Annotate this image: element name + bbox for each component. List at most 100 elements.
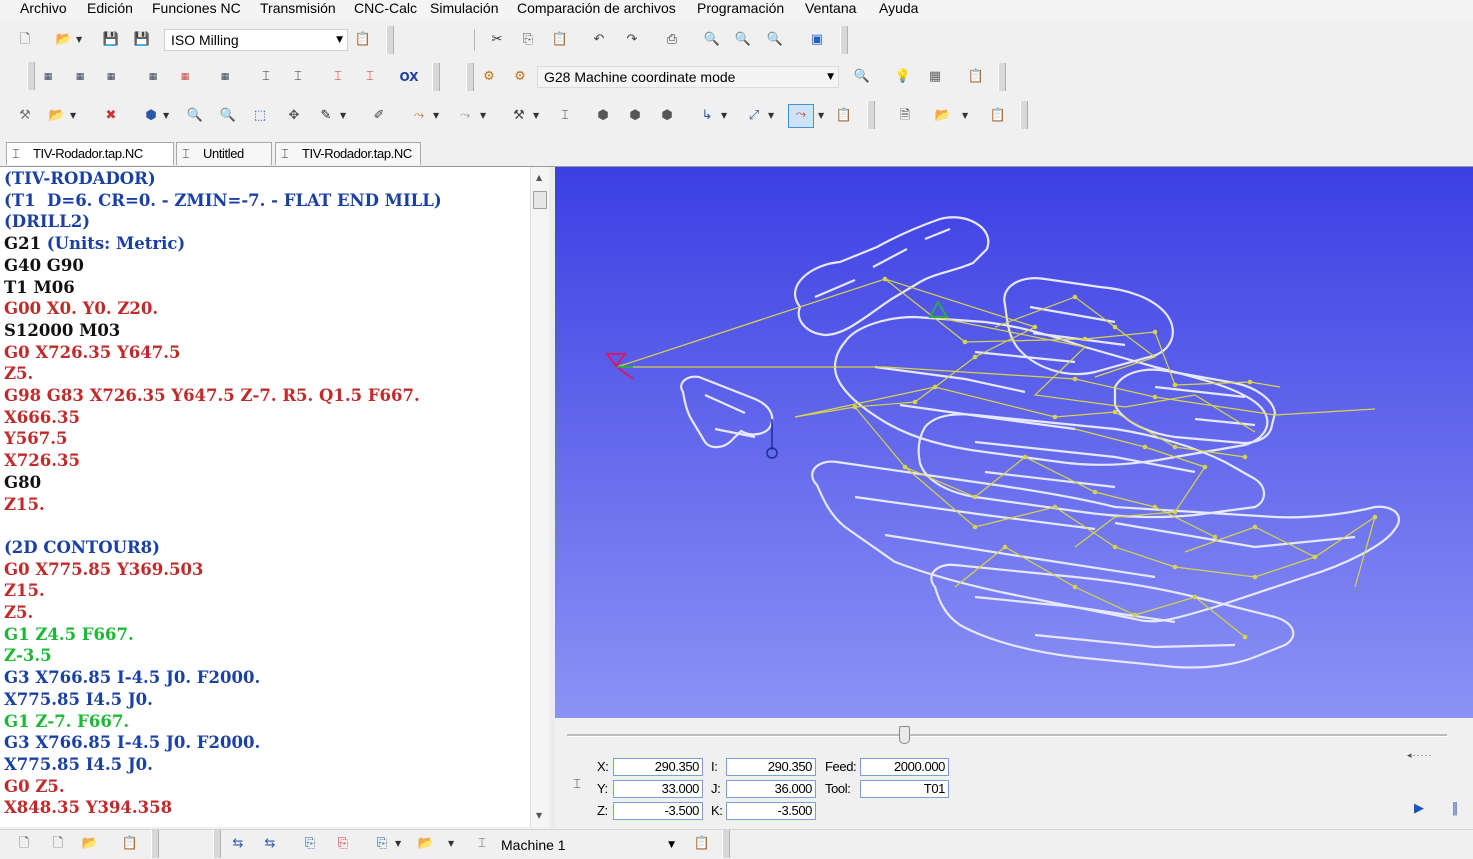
properties-icon[interactable]: 📋: [692, 834, 712, 854]
document-icon[interactable]: 🗎: [895, 106, 915, 126]
simulation-3d-view[interactable]: [555, 167, 1473, 718]
unnumber-icon[interactable]: ▦: [101, 67, 121, 87]
tab-untitled[interactable]: ⌶ Untitled: [176, 142, 272, 165]
axis-icon[interactable]: ↳: [697, 106, 717, 126]
tool-library-dropdown-icon[interactable]: ▼: [70, 106, 78, 126]
menu-simulacion[interactable]: Simulación: [430, 0, 498, 17]
print-icon[interactable]: ⎙: [662, 30, 682, 50]
tab-tiv-rodador-2[interactable]: ⌶ TIV-Rodador.tap.NC: [275, 142, 421, 165]
document-icon[interactable]: 🗋: [14, 834, 34, 854]
folder-icon[interactable]: 📂: [80, 834, 100, 854]
toolbar-grip[interactable]: [432, 63, 440, 91]
axis-dropdown-icon[interactable]: ▼: [721, 106, 729, 126]
remove-spaces-icon[interactable]: ▦: [143, 67, 163, 87]
menu-transmision[interactable]: Transmisión: [260, 0, 336, 17]
connect-icon[interactable]: ⎘: [300, 834, 320, 854]
receive-icon[interactable]: ⇆: [260, 834, 280, 854]
toolbar-grip[interactable]: [466, 63, 474, 91]
stock-compare-icon[interactable]: ⬢: [625, 106, 645, 126]
copy-icon[interactable]: ⎘: [518, 30, 538, 50]
insert-block-icon[interactable]: ⌶: [256, 67, 276, 87]
view-cube-icon[interactable]: ⬢: [141, 106, 161, 126]
save-icon[interactable]: 💾: [101, 30, 121, 50]
pan-icon[interactable]: ✥: [284, 106, 304, 126]
properties-icon[interactable]: 📋: [988, 106, 1008, 126]
tool-library-icon[interactable]: 📂: [47, 106, 67, 126]
toolbar-grip[interactable]: [27, 62, 35, 90]
find-icon[interactable]: 🔍: [702, 30, 722, 50]
transform-icon[interactable]: ⤢: [744, 106, 764, 126]
toolbar-grip[interactable]: [840, 26, 848, 54]
disconnect-icon[interactable]: ⎘: [333, 834, 353, 854]
menu-funciones-nc[interactable]: Funciones NC: [152, 0, 241, 17]
tip-bulb-icon[interactable]: 💡: [893, 67, 913, 87]
transfer-icon[interactable]: ⎘: [372, 834, 392, 854]
toolbar-grip[interactable]: [386, 26, 394, 54]
rapid-path-icon[interactable]: ⤳: [455, 106, 475, 126]
scroll-up-icon[interactable]: ▲: [536, 173, 542, 182]
machine-search-icon[interactable]: 🔍: [852, 67, 872, 87]
table-icon[interactable]: ▦: [925, 67, 945, 87]
remove-numbers-icon[interactable]: ▦: [70, 67, 90, 87]
properties-icon[interactable]: 📋: [353, 30, 373, 50]
properties-icon[interactable]: 📋: [120, 834, 140, 854]
tab-tiv-rodador-1[interactable]: ⌶ TIV-Rodador.tap.NC: [6, 142, 174, 165]
menu-comparacion-archivos[interactable]: Comparación de archivos: [517, 0, 676, 17]
toolpath-dropdown-icon[interactable]: ▼: [433, 106, 441, 126]
menu-edicion[interactable]: Edición: [87, 0, 133, 17]
cut-icon[interactable]: ✂: [487, 30, 507, 50]
stock-icon[interactable]: ⬢: [593, 106, 613, 126]
menu-cnc-calc[interactable]: CNC-Calc: [354, 0, 417, 17]
document-copy-icon[interactable]: 🗋: [48, 834, 68, 854]
redo-icon[interactable]: ↷: [622, 30, 642, 50]
pause-icon[interactable]: ‖: [1445, 799, 1465, 819]
renumber-icon[interactable]: ▦: [38, 67, 58, 87]
open-dropdown-icon[interactable]: ▼: [76, 30, 84, 50]
menu-programacion[interactable]: Programación: [697, 0, 784, 17]
coordinate-mode-select[interactable]: G28 Machine coordinate mode ▼: [537, 66, 839, 88]
measure-icon[interactable]: ✎: [316, 106, 336, 126]
move-up-icon[interactable]: ⌶: [328, 67, 348, 87]
nc-code-editor[interactable]: (TIV-RODADOR) (T1 D=6. CR=0. - ZMIN=-7. -…: [0, 167, 530, 827]
remove-block-icon[interactable]: ⌶: [288, 67, 308, 87]
stop-simulation-icon[interactable]: ✖: [101, 106, 121, 126]
toolbar-grip[interactable]: [1020, 101, 1028, 129]
simulation-progress-track[interactable]: [567, 734, 1447, 737]
menu-archivo[interactable]: Archivo: [20, 0, 67, 17]
scroll-down-icon[interactable]: ▼: [536, 811, 542, 820]
toolbar-grip[interactable]: [151, 830, 159, 858]
gear-settings-icon[interactable]: ⚙: [479, 67, 499, 87]
open-dropdown-icon[interactable]: ▼: [962, 106, 970, 126]
send-icon[interactable]: ⇆: [228, 834, 248, 854]
open-folder-icon[interactable]: 📂: [933, 106, 953, 126]
cutter-dropdown-icon[interactable]: ▼: [533, 106, 541, 126]
machine-select[interactable]: Machine 1 ▼: [494, 834, 680, 856]
zoom-in-icon[interactable]: 🔍: [185, 106, 205, 126]
rapid-dropdown-icon[interactable]: ▼: [480, 106, 488, 126]
holder-icon[interactable]: ⌶: [555, 106, 575, 126]
properties-icon[interactable]: 📋: [966, 67, 986, 87]
code-vertical-scrollbar[interactable]: ▲ ▼: [530, 167, 550, 827]
ox-button[interactable]: OX: [399, 67, 419, 87]
toolbar-grip[interactable]: [213, 830, 221, 858]
view-dropdown-icon[interactable]: ▼: [163, 106, 171, 126]
toolbar-grip[interactable]: [867, 101, 875, 129]
toolbar-grip[interactable]: [998, 63, 1006, 91]
scrollbar-thumb[interactable]: [533, 191, 547, 209]
measure-dropdown-icon[interactable]: ▼: [340, 106, 348, 126]
toolpath-icon[interactable]: ⤳: [409, 106, 429, 126]
zoom-out-icon[interactable]: 🔍: [218, 106, 238, 126]
folder-dropdown-icon[interactable]: ▼: [448, 834, 456, 854]
display-icon[interactable]: ▣: [807, 30, 827, 50]
save-all-icon[interactable]: 💾: [132, 30, 152, 50]
paste-icon[interactable]: 📋: [550, 30, 570, 50]
menu-ventana[interactable]: Ventana: [805, 0, 856, 17]
toolbar-grip[interactable]: [722, 830, 730, 858]
transform-dropdown-icon[interactable]: ▼: [768, 106, 776, 126]
properties-icon[interactable]: 📋: [834, 106, 854, 126]
path-dropdown-icon[interactable]: ▼: [818, 106, 826, 126]
simulation-progress-thumb[interactable]: [899, 726, 910, 744]
remove-comments-icon[interactable]: ▦: [175, 67, 195, 87]
solid-icon[interactable]: ⬢: [657, 106, 677, 126]
undo-icon[interactable]: ↶: [589, 30, 609, 50]
